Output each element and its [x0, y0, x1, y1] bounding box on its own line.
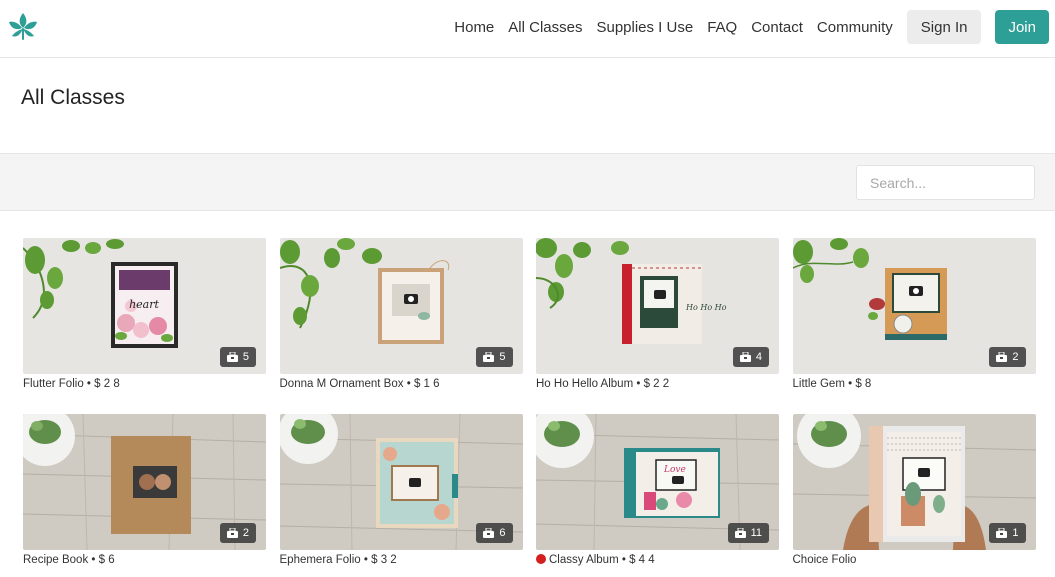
search-bar-section [0, 153, 1055, 211]
lesson-count: 6 [499, 527, 506, 539]
lesson-count: 5 [242, 351, 249, 363]
class-price: $ 6 [98, 554, 115, 566]
class-caption[interactable]: Little Gem • $ 8 [793, 378, 1036, 390]
nav-link-faq[interactable]: FAQ [707, 19, 737, 36]
class-price: $ 8 [855, 378, 872, 390]
lesson-count-badge: 4 [732, 347, 769, 367]
class-caption[interactable]: Ho Ho Hello Album • $ 2 2 [536, 378, 779, 390]
class-price: $ 4 4 [629, 554, 655, 566]
class-name: Recipe Book [23, 554, 89, 566]
class-price: $ 2 2 [643, 378, 670, 390]
lesson-count-badge: 2 [989, 347, 1026, 367]
search-input[interactable] [856, 165, 1035, 200]
class-caption[interactable]: Classy Album • $ 4 4 [536, 554, 779, 566]
class-caption[interactable]: Donna M Ornament Box • $ 1 6 [280, 378, 523, 390]
lesson-icon [226, 528, 238, 538]
lesson-icon [483, 528, 495, 538]
join-button[interactable]: Join [995, 10, 1049, 44]
leaf-logo-icon[interactable] [6, 10, 40, 44]
class-thumbnail[interactable]: Ho Ho Ho 4 [536, 238, 779, 374]
lesson-icon [483, 352, 495, 362]
class-price: $ 2 8 [94, 378, 120, 390]
class-thumbnail[interactable]: 5 [279, 238, 523, 374]
lesson-count: 5 [499, 351, 506, 363]
class-thumbnail[interactable]: 2 [23, 414, 266, 550]
class-name: Classy Album [549, 554, 619, 566]
lesson-count: 2 [1012, 351, 1019, 363]
class-card-flutter-folio[interactable]: heart 5 Flutter Folio • $ 2 8 [23, 238, 266, 414]
svg-text:Love: Love [663, 465, 686, 475]
lesson-count-badge: 6 [476, 523, 513, 543]
class-name: Ho Ho Hello Album [536, 378, 634, 390]
lesson-count-badge: 2 [219, 523, 256, 543]
class-name: Ephemera Folio [279, 554, 361, 566]
class-name: Choice Folio [792, 554, 857, 566]
nav-link-supplies[interactable]: Supplies I Use [596, 19, 693, 36]
class-card-donna-m-ornament-box[interactable]: 5 Donna M Ornament Box • $ 1 6 [279, 238, 523, 414]
lesson-icon [226, 352, 238, 362]
class-thumbnail[interactable]: Love 11 [536, 414, 779, 550]
lesson-icon [996, 352, 1008, 362]
lesson-count-badge: 1 [989, 523, 1026, 543]
lesson-count-badge: 11 [727, 523, 769, 543]
nav-link-all-classes[interactable]: All Classes [508, 19, 582, 36]
class-price: $ 3 2 [371, 554, 397, 566]
nav-link-home[interactable]: Home [454, 19, 494, 36]
svg-text:heart: heart [129, 298, 159, 311]
class-caption[interactable]: Choice Folio [793, 554, 1036, 566]
class-card-classy-album[interactable]: Love 11 Classy Album • $ 4 4 [536, 414, 779, 577]
svg-text:Ho Ho Ho: Ho Ho Ho [685, 303, 727, 312]
lesson-count: 2 [242, 527, 249, 539]
class-card-choice-folio[interactable]: 1 Choice Folio [792, 414, 1036, 577]
class-card-ephemera-folio[interactable]: 6 Ephemera Folio • $ 3 2 [279, 414, 523, 577]
lesson-icon [996, 528, 1008, 538]
lesson-count-badge: 5 [219, 347, 256, 367]
lesson-icon [739, 352, 751, 362]
lesson-count: 1 [1012, 527, 1019, 539]
class-thumbnail[interactable]: 2 [792, 238, 1036, 374]
class-thumbnail[interactable]: heart 5 [23, 238, 266, 374]
top-nav: Home All Classes Supplies I Use FAQ Cont… [0, 0, 1055, 58]
page-title: All Classes [21, 86, 125, 109]
class-caption[interactable]: Recipe Book • $ 6 [23, 554, 266, 566]
lesson-count: 4 [755, 351, 762, 363]
nav-links: Home All Classes Supplies I Use FAQ Cont… [440, 9, 1049, 45]
nav-link-contact[interactable]: Contact [751, 19, 803, 36]
sign-in-button[interactable]: Sign In [906, 10, 982, 44]
class-grid: heart 5 Flutter Folio • $ 2 8 5 Donna M … [23, 238, 1036, 577]
class-card-recipe-book[interactable]: 2 Recipe Book • $ 6 [23, 414, 266, 577]
lesson-count: 11 [750, 527, 762, 539]
class-name: Donna M Ornament Box [279, 378, 404, 390]
lesson-icon [734, 528, 746, 538]
class-name: Flutter Folio [23, 378, 84, 390]
class-name: Little Gem [792, 378, 845, 390]
class-price: $ 1 6 [413, 378, 440, 390]
class-card-little-gem[interactable]: 2 Little Gem • $ 8 [792, 238, 1036, 414]
red-dot-icon [536, 554, 546, 564]
class-caption[interactable]: Flutter Folio • $ 2 8 [23, 378, 266, 390]
class-caption[interactable]: Ephemera Folio • $ 3 2 [280, 554, 523, 566]
class-thumbnail[interactable]: 6 [279, 414, 523, 550]
nav-link-community[interactable]: Community [817, 19, 893, 36]
lesson-count-badge: 5 [476, 347, 513, 367]
class-card-ho-ho-hello-album[interactable]: Ho Ho Ho 4 Ho Ho Hello Album • $ 2 2 [536, 238, 779, 414]
class-thumbnail[interactable]: 1 [792, 414, 1036, 550]
